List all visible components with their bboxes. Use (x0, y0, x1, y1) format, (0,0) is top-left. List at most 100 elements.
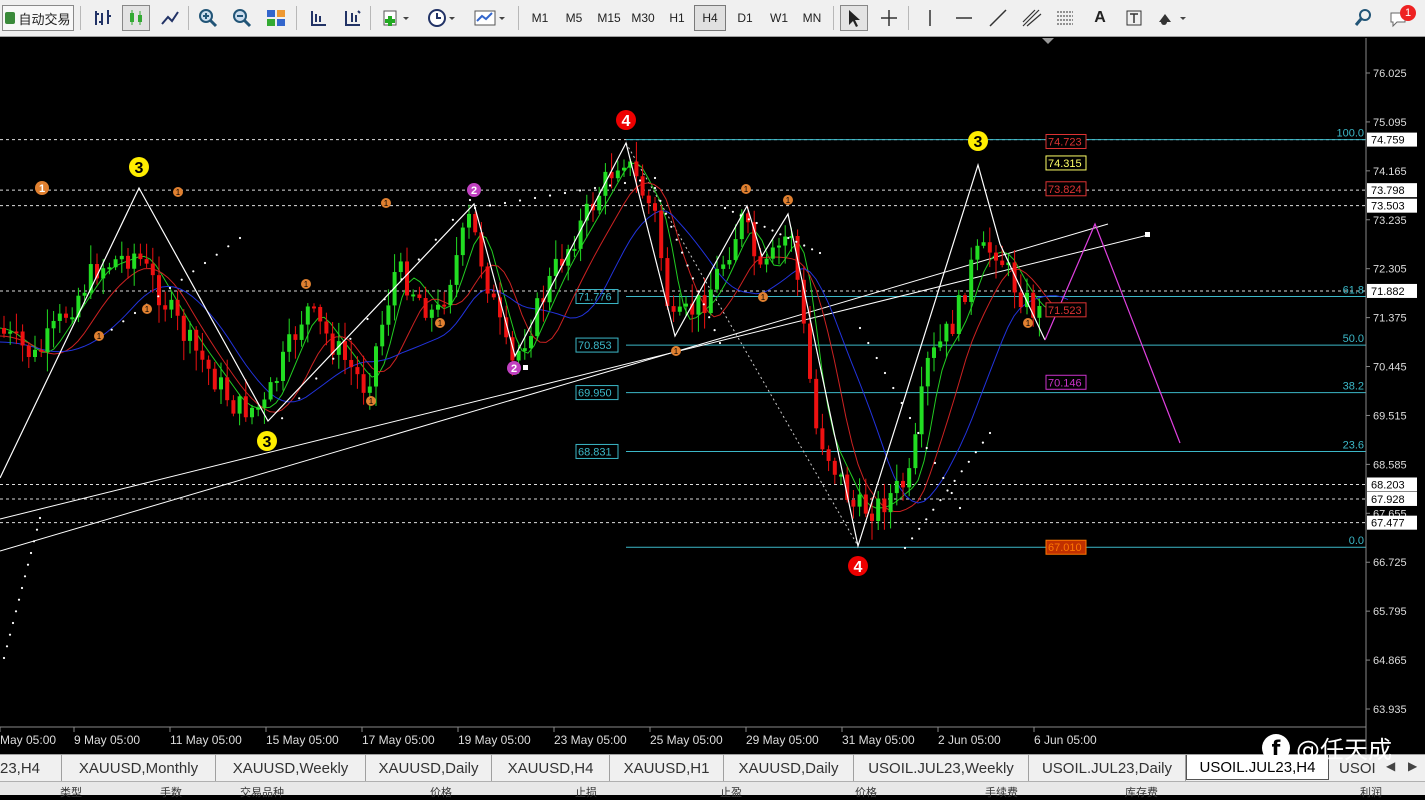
candle-body (622, 167, 626, 171)
crosshair-icon[interactable] (875, 5, 903, 31)
time-label: 25 May 05:00 (650, 733, 723, 747)
text-icon[interactable]: A (1086, 5, 1114, 31)
price-highlight-label: 74.759 (1371, 135, 1405, 147)
sar-dot (659, 199, 662, 202)
candle-body (51, 320, 56, 329)
candle-body (274, 380, 279, 383)
wave-projection (1044, 222, 1181, 444)
timeframe-mn-button[interactable]: MN (796, 5, 828, 31)
chart-shift-icon[interactable] (304, 5, 332, 31)
add-indicator-icon[interactable] (378, 5, 414, 31)
pitchfork-icon[interactable] (1018, 5, 1046, 31)
candle-body (64, 313, 68, 318)
tab-xauusd-weekly[interactable]: XAUUSD,Weekly (216, 755, 366, 781)
horizontal-line-icon[interactable] (950, 5, 978, 31)
label-icon[interactable] (1120, 5, 1148, 31)
chat-icon[interactable]: 1 (1386, 5, 1416, 31)
tile-windows-icon[interactable] (262, 5, 290, 31)
candle-body (2, 328, 6, 334)
tab-xauusd-daily-2[interactable]: XAUUSD,Daily (724, 755, 854, 781)
autotrade-button[interactable]: 自动交易 (2, 5, 74, 31)
wave-label-text: 2 (471, 185, 477, 197)
timeframe-m15-button[interactable]: M15 (593, 5, 625, 31)
chart-tabs-bar: 23,H4 XAUUSD,Monthly XAUUSD,Weekly XAUUS… (0, 754, 1425, 781)
tab-xauusd-daily[interactable]: XAUUSD,Daily (366, 755, 492, 781)
candle-body (522, 348, 527, 351)
search-icon[interactable] (1350, 5, 1378, 31)
bar-chart-icon[interactable] (88, 5, 116, 31)
tab-xauusd-monthly[interactable]: XAUUSD,Monthly (62, 755, 216, 781)
tab-xauusd-h1[interactable]: XAUUSD,H1 (610, 755, 724, 781)
vertical-line-icon[interactable] (916, 5, 944, 31)
tab-usoil-h4-partial[interactable]: 23,H4 (0, 755, 62, 781)
sar-dot (779, 233, 782, 236)
trendline-handle (1145, 232, 1150, 237)
ma-slow-blue (0, 210, 1069, 504)
target-box-label: 74.315 (1048, 158, 1082, 170)
sar-dot (795, 240, 798, 243)
template-icon[interactable] (470, 5, 510, 31)
zoom-in-icon[interactable] (194, 5, 222, 31)
timeframe-m5-button[interactable]: M5 (558, 5, 590, 31)
price-chart[interactable]: 100.0 61.8 71.776 50.0 70.853 38.2 69.950 23.6 6… (0, 38, 1425, 754)
subwave-label-text: 1 (761, 293, 766, 302)
subwave-label-text: 1 (369, 397, 374, 406)
tab-usoil-weekly[interactable]: USOIL.JUL23,Weekly (854, 755, 1029, 781)
sar-dot (697, 290, 700, 293)
timeframe-d1-button[interactable]: D1 (729, 5, 761, 31)
sar-dot (383, 298, 386, 301)
timeframe-m1-button[interactable]: M1 (524, 5, 556, 31)
fibo-icon[interactable] (1052, 5, 1080, 31)
clock-icon[interactable] (424, 5, 460, 31)
subwave-label-text: 1 (176, 188, 181, 197)
chart-canvas[interactable]: 100.0 61.8 71.776 50.0 70.853 38.2 69.950 23.6 6… (0, 38, 1425, 754)
candlestick-icon[interactable] (122, 5, 150, 31)
wave-zigzag (0, 141, 1046, 549)
sar-dot (623, 181, 627, 185)
candle-body (262, 399, 267, 408)
price-label: 68.585 (1373, 459, 1407, 471)
sar-dot (939, 499, 942, 502)
sar-dot (875, 356, 878, 360)
timeframe-h1-button[interactable]: H1 (661, 5, 693, 31)
autoscroll-icon[interactable] (338, 5, 366, 31)
trendline-icon[interactable] (984, 5, 1012, 31)
col-type: 类型 (60, 787, 82, 799)
timeframe-m30-button[interactable]: M30 (627, 5, 659, 31)
candle-body (485, 266, 490, 294)
price-label: 72.305 (1373, 264, 1407, 276)
shapes-icon[interactable] (1154, 5, 1192, 31)
sar-dot (366, 317, 369, 321)
sar-dot (122, 320, 125, 323)
col-sl: 止损 (575, 787, 597, 799)
fib-ratio-label: 38.2 (1343, 381, 1364, 393)
tabs-scroll-right-icon[interactable]: ▶ (1408, 759, 1417, 773)
col-commission: 手续费 (985, 787, 1018, 799)
sar-dot (157, 295, 160, 298)
timeframe-w1-button[interactable]: W1 (763, 5, 795, 31)
candle-body (770, 247, 775, 259)
timeframe-h4-button[interactable]: H4 (694, 5, 726, 31)
price-highlight-label: 67.928 (1371, 494, 1405, 506)
sar-dot (20, 586, 24, 590)
sar-dot (953, 479, 956, 482)
candle-body (981, 242, 986, 246)
zoom-out-icon[interactable] (228, 5, 256, 31)
cursor-icon[interactable] (840, 5, 868, 31)
tab-xauusd-h4[interactable]: XAUUSD,H4 (492, 755, 610, 781)
candle-body (684, 303, 688, 307)
subwave-label-text: 1 (145, 305, 150, 314)
candle-body (163, 305, 168, 310)
candle-body (715, 268, 719, 290)
candle-body (956, 295, 961, 334)
candle-body (932, 347, 936, 358)
candle-body (826, 449, 831, 461)
line-chart-icon[interactable] (156, 5, 184, 31)
candle-body (33, 349, 37, 358)
sar-dot (315, 377, 318, 380)
price-highlight-label: 71.882 (1371, 286, 1405, 298)
tab-usoil-daily[interactable]: USOIL.JUL23,Daily (1029, 755, 1186, 781)
time-label: 31 May 05:00 (842, 733, 915, 747)
time-label: 19 May 05:00 (458, 733, 531, 747)
sar-dot (787, 236, 790, 240)
